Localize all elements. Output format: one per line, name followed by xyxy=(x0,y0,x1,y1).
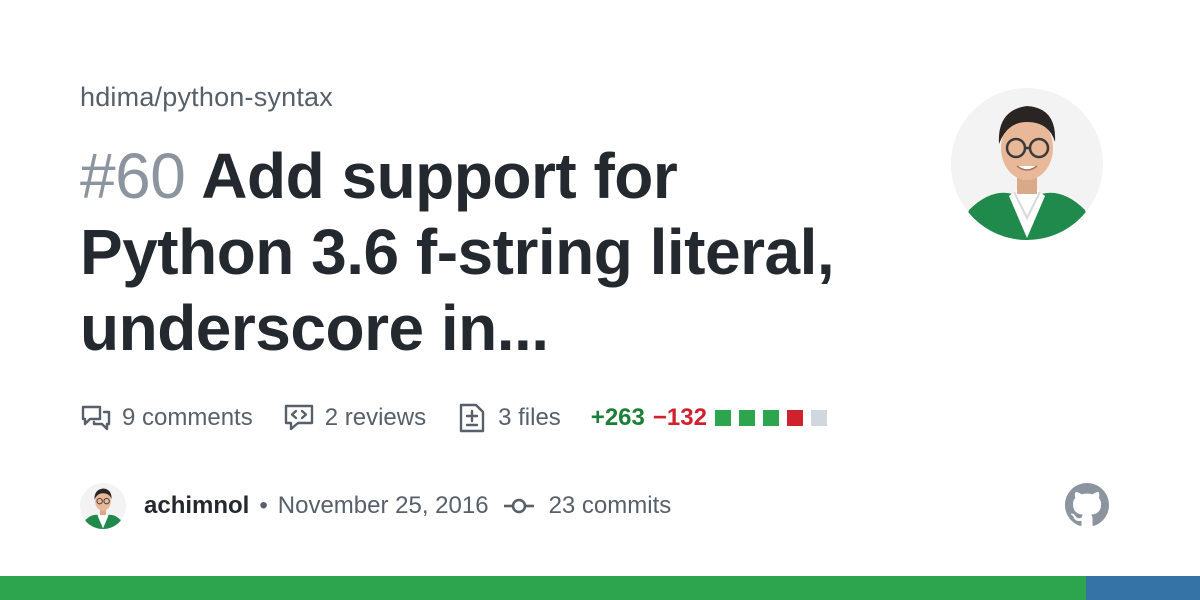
diff-block-added xyxy=(714,410,731,426)
author-avatar[interactable] xyxy=(80,483,126,529)
reviews-stat[interactable]: 2 reviews xyxy=(283,402,426,434)
code-review-icon xyxy=(284,404,313,431)
reviews-count: 2 reviews xyxy=(324,404,427,431)
pr-number[interactable]: #60 xyxy=(80,140,186,212)
author-avatar-large[interactable] xyxy=(951,88,1103,240)
repo-name[interactable]: hdima/python-syntax xyxy=(80,82,333,113)
diff-block-added xyxy=(738,410,755,426)
files-stat[interactable]: 3 files xyxy=(456,402,561,434)
comments-stat[interactable]: 9 comments xyxy=(80,402,253,434)
diff-stat[interactable]: +263 −132 xyxy=(591,404,835,432)
git-commit-icon xyxy=(503,498,534,514)
language-bar-secondary xyxy=(1086,576,1200,600)
commits-count[interactable]: 23 commits xyxy=(549,492,672,520)
pr-title[interactable]: Add support for Python 3.6 f-string lite… xyxy=(80,140,835,364)
pr-stats: 9 comments 2 reviews 3 files +263 −132 xyxy=(80,398,835,438)
pr-date: November 25, 2016 xyxy=(277,492,489,519)
meta-separator: • xyxy=(259,492,268,519)
diff-block-neutral xyxy=(810,410,827,426)
files-count: 3 files xyxy=(498,404,561,431)
diff-block-deleted xyxy=(786,410,803,426)
pr-meta: achimnol • November 25, 2016 23 commits xyxy=(80,482,671,530)
github-mark-icon[interactable] xyxy=(1065,483,1109,527)
pr-title-block: #60 Add support for Python 3.6 f-string l… xyxy=(80,138,900,366)
file-diff-icon xyxy=(459,403,485,433)
comments-count: 9 comments xyxy=(122,404,253,431)
deletions-count: −132 xyxy=(652,404,707,431)
language-bar-primary xyxy=(0,576,1086,600)
author-name[interactable]: achimnol xyxy=(144,492,249,520)
diff-block-added xyxy=(762,410,779,426)
social-preview-card: hdima/python-syntax #60 Add support for P… xyxy=(0,0,1200,600)
additions-count: +263 xyxy=(590,404,645,431)
comment-discussion-icon xyxy=(81,405,111,431)
